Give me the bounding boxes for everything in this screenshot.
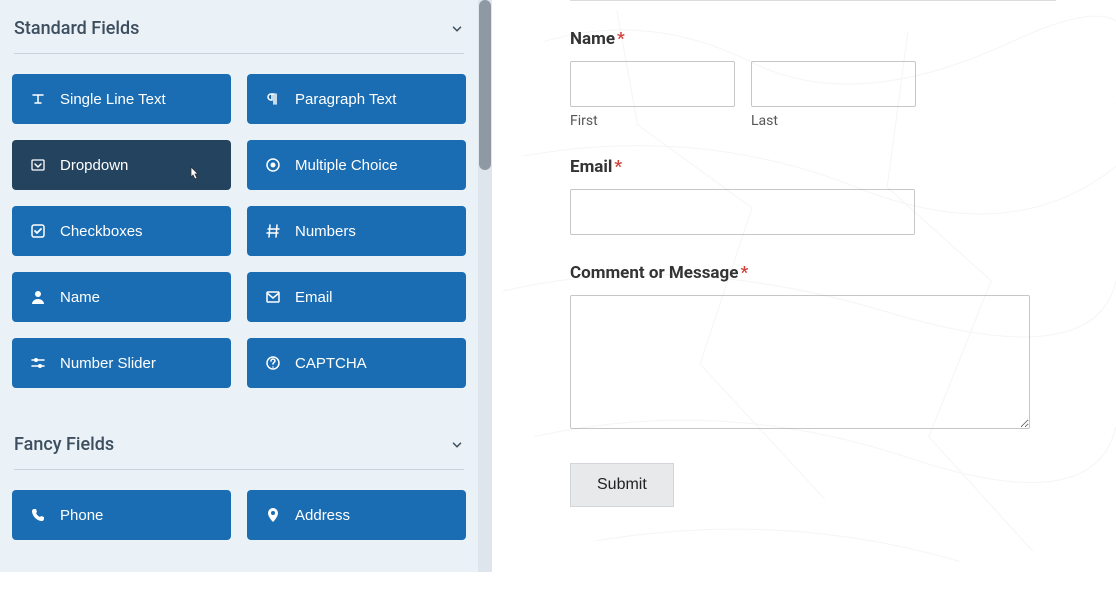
form-field-comment: Comment or Message* — [570, 263, 1056, 433]
last-name-input[interactable] — [751, 61, 916, 107]
text-line-icon — [30, 91, 46, 107]
required-indicator: * — [740, 263, 748, 283]
field-button-label: Dropdown — [60, 157, 128, 174]
field-button-single-line-text[interactable]: Single Line Text — [12, 74, 231, 124]
section-title: Fancy Fields — [14, 434, 114, 455]
last-name-sublabel: Last — [751, 113, 916, 129]
user-icon — [30, 289, 46, 305]
field-button-label: Address — [295, 507, 350, 524]
field-button-phone[interactable]: Phone — [12, 490, 231, 540]
form-field-name: Name* First Last — [570, 29, 1056, 129]
hash-icon — [265, 223, 281, 239]
field-button-name[interactable]: Name — [12, 272, 231, 322]
question-icon — [265, 355, 281, 371]
chevron-down-icon — [450, 438, 464, 452]
comment-textarea[interactable] — [570, 295, 1030, 429]
field-button-dropdown[interactable]: Dropdown — [12, 140, 231, 190]
field-button-label: Name — [60, 289, 100, 306]
comment-label: Comment or Message* — [570, 263, 1056, 283]
field-button-label: Checkboxes — [60, 223, 143, 240]
pin-icon — [265, 507, 281, 523]
sidebar: Standard Fields Single Line Text Paragraph… — [0, 0, 478, 572]
form-preview: Name* First Last Email* Comment or Messa… — [492, 0, 1116, 572]
field-button-number-slider[interactable]: Number Slider — [12, 338, 231, 388]
submit-button[interactable]: Submit — [570, 463, 674, 507]
required-indicator: * — [617, 29, 625, 49]
chevron-down-icon — [450, 22, 464, 36]
field-button-label: Single Line Text — [60, 91, 166, 108]
required-indicator: * — [614, 157, 622, 177]
field-button-paragraph-text[interactable]: Paragraph Text — [247, 74, 466, 124]
cursor-icon — [185, 166, 201, 182]
field-button-label: Paragraph Text — [295, 91, 396, 108]
field-button-email[interactable]: Email — [247, 272, 466, 322]
sidebar-scrollbar-thumb[interactable] — [479, 0, 491, 170]
field-button-numbers[interactable]: Numbers — [247, 206, 466, 256]
field-button-label: Email — [295, 289, 333, 306]
field-button-label: Phone — [60, 507, 103, 524]
field-button-label: Numbers — [295, 223, 356, 240]
name-label: Name* — [570, 29, 1056, 49]
checkbox-icon — [30, 223, 46, 239]
field-button-label: Number Slider — [60, 355, 156, 372]
section-divider — [14, 469, 464, 470]
sidebar-scrollbar[interactable] — [478, 0, 492, 572]
email-label: Email* — [570, 157, 1056, 177]
radio-icon — [265, 157, 281, 173]
section-title: Standard Fields — [14, 18, 139, 39]
form-field-email: Email* — [570, 157, 1056, 235]
form-top-divider — [570, 0, 1056, 1]
email-input[interactable] — [570, 189, 915, 235]
phone-icon — [30, 507, 46, 523]
paragraph-icon — [265, 91, 281, 107]
field-button-multiple-choice[interactable]: Multiple Choice — [247, 140, 466, 190]
field-button-label: CAPTCHA — [295, 355, 367, 372]
field-button-label: Multiple Choice — [295, 157, 398, 174]
envelope-icon — [265, 289, 281, 305]
slider-icon — [30, 355, 46, 371]
first-name-input[interactable] — [570, 61, 735, 107]
section-divider — [14, 53, 464, 54]
field-button-checkboxes[interactable]: Checkboxes — [12, 206, 231, 256]
field-button-address[interactable]: Address — [247, 490, 466, 540]
section-header-fancy-fields[interactable]: Fancy Fields — [12, 416, 466, 469]
dropdown-icon — [30, 157, 46, 173]
field-button-captcha[interactable]: CAPTCHA — [247, 338, 466, 388]
first-name-sublabel: First — [570, 113, 735, 129]
section-header-standard-fields[interactable]: Standard Fields — [12, 0, 466, 53]
